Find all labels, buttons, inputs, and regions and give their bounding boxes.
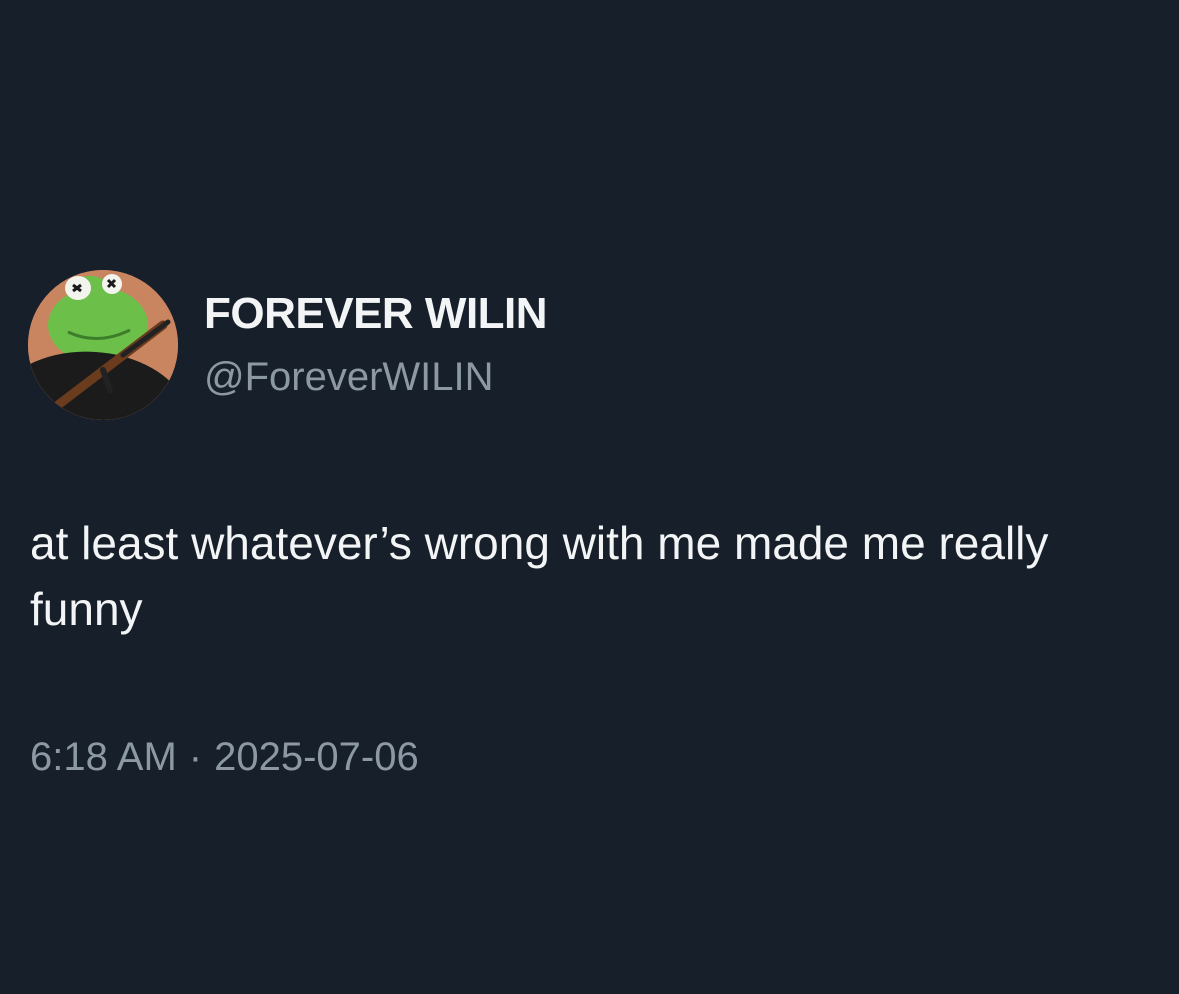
- timestamp-separator: ·: [188, 735, 203, 779]
- avatar[interactable]: [28, 270, 178, 420]
- display-name[interactable]: FOREVER WILIN: [204, 289, 548, 339]
- user-handle[interactable]: @ForeverWILIN: [204, 355, 494, 400]
- tweet-text: at least whatever’s wrong with me made m…: [30, 517, 1049, 635]
- tweet-date: 2025-07-06: [214, 735, 419, 779]
- tweet-card: FOREVER WILIN @ForeverWILIN at least wha…: [0, 0, 1179, 994]
- tweet-timestamp[interactable]: 6:18 AM · 2025-07-06: [30, 735, 419, 780]
- tweet-time: 6:18 AM: [30, 735, 177, 779]
- frog-avatar-icon: [28, 270, 178, 420]
